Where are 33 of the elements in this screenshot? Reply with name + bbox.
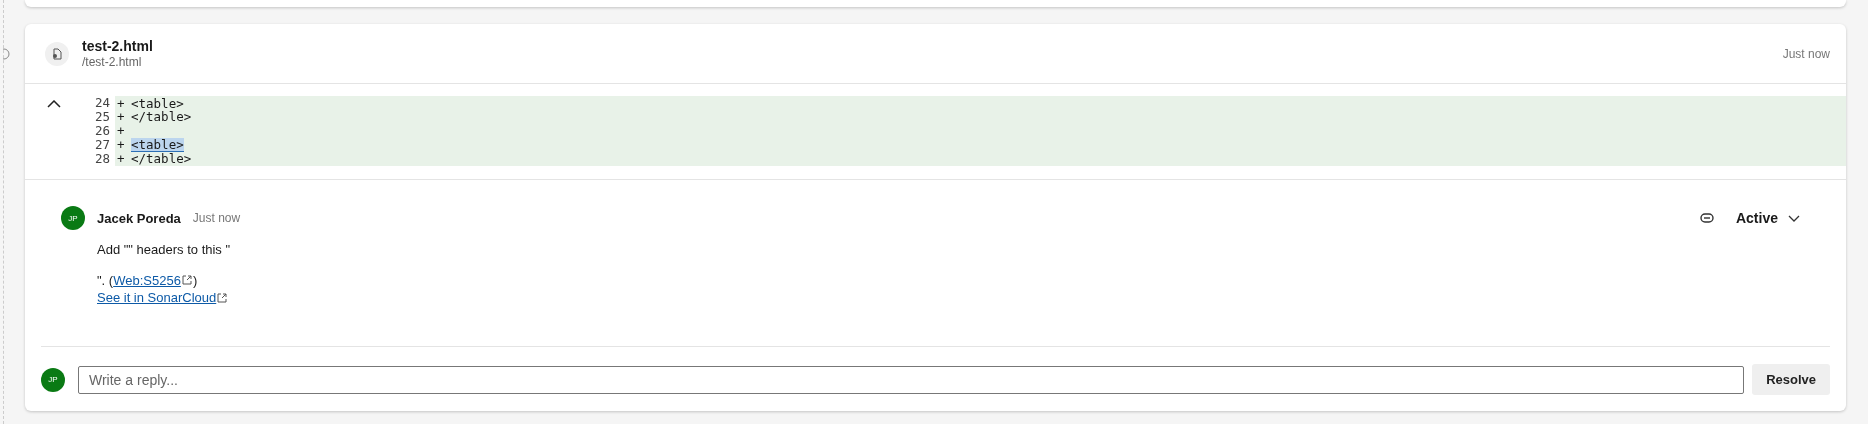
line-number: 26	[93, 124, 111, 138]
added-marker: +	[116, 97, 126, 110]
code-line: <table>	[131, 97, 184, 110]
line-number: 28	[93, 152, 111, 166]
code-line: </table>	[131, 110, 192, 124]
code-line: </table>	[131, 152, 192, 166]
file-icon	[45, 41, 69, 66]
rule-link[interactable]: Web:S5256	[113, 273, 181, 288]
file-path: /test-2.html	[82, 55, 143, 69]
collapse-icon[interactable]	[47, 100, 61, 108]
resolve-button[interactable]: Resolve	[1752, 364, 1830, 395]
timestamp: Just now	[192, 211, 241, 225]
avatar: JP	[41, 367, 65, 392]
link-icon[interactable]	[1699, 213, 1714, 223]
added-marker: +	[116, 138, 126, 152]
chevron-icon	[1788, 214, 1800, 222]
file-name: test-2.html	[82, 38, 154, 54]
line-number: 27	[93, 138, 111, 152]
added-marker: +	[116, 124, 126, 138]
status-dropdown[interactable]: Active	[1735, 210, 1808, 226]
avatar: JP	[61, 206, 85, 230]
comment-text: Add "" headers to this "	[97, 242, 232, 257]
line-number: 24	[93, 96, 111, 110]
comment-text: ". (Web:S5256 )	[97, 273, 199, 288]
added-marker: +	[116, 152, 126, 166]
external-link[interactable]: See it in SonarCloud	[97, 290, 217, 305]
line-number: 25	[93, 110, 111, 124]
author-name: Jacek Poreda	[97, 210, 181, 226]
added-marker: +	[116, 110, 126, 124]
external-link-icon	[217, 292, 228, 303]
external-link-icon	[181, 275, 192, 285]
timestamp: Just now	[1782, 46, 1830, 61]
reply-field[interactable]: Write a reply...	[78, 365, 1745, 394]
